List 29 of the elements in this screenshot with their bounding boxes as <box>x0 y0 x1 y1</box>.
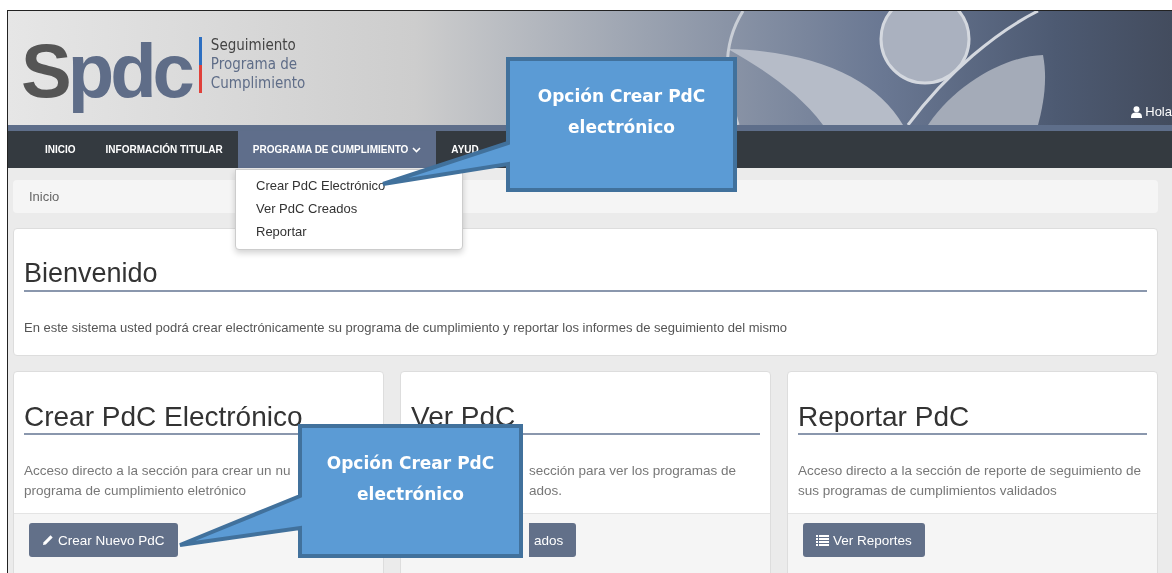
menu-item[interactable]: Reportar <box>236 220 462 243</box>
card-description: Acceso directo a la sección de reporte de seguimiento de <box>798 462 1142 480</box>
nav-item[interactable]: INICIO <box>30 131 91 168</box>
card-button[interactable]: Ver Reportes <box>803 523 925 557</box>
list-icon <box>816 534 829 546</box>
nav-item[interactable]: PROGRAMA DE CUMPLIMIENTO <box>237 131 437 168</box>
breadcrumb-item[interactable]: Inicio <box>29 189 60 204</box>
nav-item[interactable]: AYUD <box>436 131 494 168</box>
card-button[interactable]: ados <box>529 523 577 557</box>
menu-item[interactable]: Ver PdC Creados <box>236 197 462 220</box>
callout-text: Opción Crear PdC electrónico <box>536 85 707 139</box>
logo-wordmark: Spdc <box>21 27 193 115</box>
user-icon <box>1131 105 1143 118</box>
pencil-icon <box>42 534 54 546</box>
logo-subtitle: Cumplimiento <box>210 74 306 93</box>
card-description: sección para ver los programas de <box>529 462 738 480</box>
logo-divider <box>198 37 202 93</box>
user-greeting[interactable]: Hola <box>1145 104 1172 119</box>
card-button[interactable]: Crear Nuevo PdC <box>29 523 178 557</box>
nav-item[interactable]: INFORMACIÓN TITULAR <box>90 131 238 168</box>
logo-subtitle: Programa de <box>210 55 299 74</box>
welcome-text: En este sistema usted podrá crear electrónicamente su programa de cumplimiento y reportar los informes de seguimiento del mismo <box>24 320 789 335</box>
menu-item[interactable]: Crear PdC Electrónico <box>236 174 462 197</box>
card-title: Reportar PdC <box>798 400 1147 435</box>
card-description: sus programas de cumplimientos validados <box>798 482 1058 500</box>
card-description: ados. <box>529 482 564 500</box>
welcome-title: Bienvenido <box>24 257 1147 292</box>
logo-subtitle: Seguimiento <box>210 36 297 55</box>
callout-text: Opción Crear PdC electrónico <box>325 452 496 506</box>
